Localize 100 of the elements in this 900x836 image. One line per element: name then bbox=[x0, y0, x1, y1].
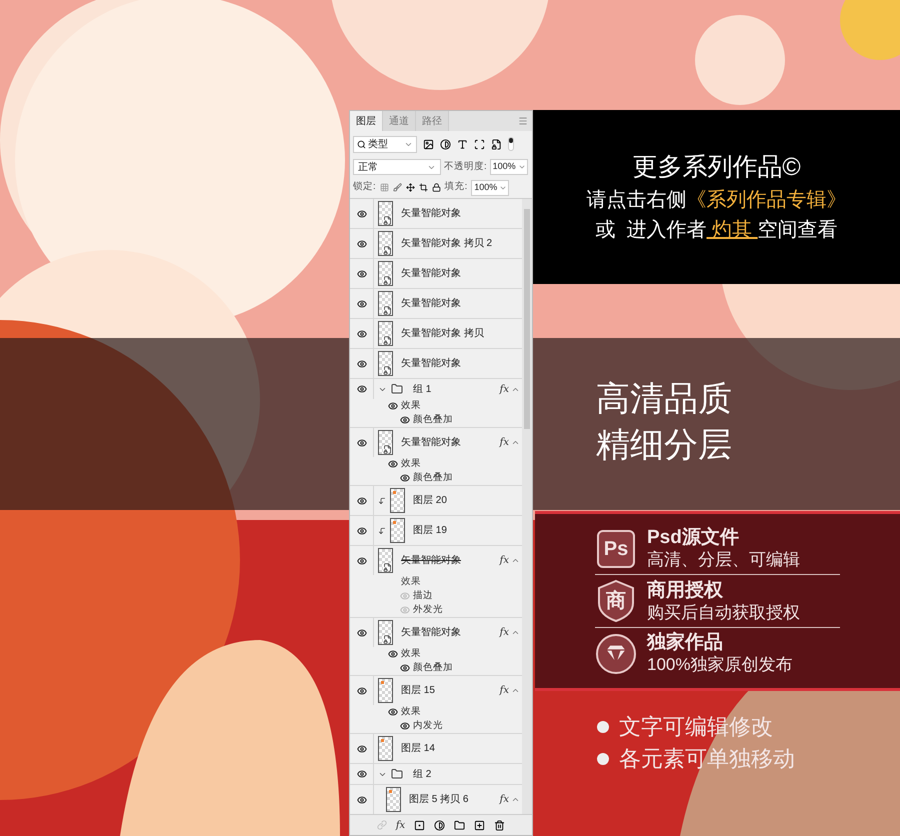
fx-button[interactable]: fx bbox=[396, 818, 406, 832]
visibility-icon[interactable] bbox=[356, 358, 366, 368]
visibility-icon[interactable] bbox=[356, 496, 366, 506]
lantern-drawing bbox=[840, 0, 900, 60]
visibility-icon[interactable] bbox=[400, 663, 410, 673]
blend-mode-dropdown[interactable]: 正常 bbox=[353, 159, 441, 175]
smart-object-icon bbox=[383, 635, 392, 644]
fx-badge[interactable]: fx bbox=[500, 435, 509, 450]
visibility-icon[interactable] bbox=[356, 384, 366, 394]
visibility-icon[interactable] bbox=[388, 401, 398, 411]
image-filter-icon[interactable] bbox=[423, 138, 434, 150]
collapse-icon[interactable] bbox=[511, 686, 520, 695]
panel-menu-icon[interactable] bbox=[518, 116, 528, 126]
opacity-label: 不透明度: bbox=[444, 160, 487, 174]
shield-badge: 商 bbox=[597, 579, 635, 623]
collapse-icon[interactable] bbox=[511, 438, 520, 447]
pixel-mark bbox=[393, 521, 396, 524]
trash-icon[interactable] bbox=[494, 820, 506, 830]
effects-label: 效果 bbox=[401, 574, 421, 589]
scrollbar[interactable] bbox=[522, 199, 532, 814]
effects-label: 效果 bbox=[401, 704, 421, 719]
smart-object-icon bbox=[383, 366, 392, 375]
fx-badge[interactable]: fx bbox=[500, 792, 509, 807]
visibility-icon[interactable] bbox=[356, 794, 366, 804]
pixel-mark bbox=[381, 739, 384, 742]
layer-name: 矢量智能对象 bbox=[401, 436, 461, 450]
feature-title: Psd源文件 bbox=[647, 527, 740, 549]
lock-icon[interactable] bbox=[432, 183, 441, 192]
layer-name: 图层 20 bbox=[413, 494, 447, 508]
adjustment-icon[interactable] bbox=[434, 820, 446, 830]
visibility-icon[interactable] bbox=[400, 473, 410, 483]
visibility-icon[interactable] bbox=[356, 208, 366, 218]
filter-dropdown[interactable]: 类型 bbox=[353, 136, 417, 152]
visibility-icon[interactable] bbox=[356, 268, 366, 278]
promo-text: 请点击右侧《系列作品专辑》 bbox=[586, 188, 846, 213]
folder-icon bbox=[391, 768, 403, 780]
visibility-icon[interactable] bbox=[400, 415, 410, 425]
fx-badge[interactable]: fx bbox=[500, 553, 509, 568]
layer-name: 矢量智能对象 bbox=[401, 356, 461, 371]
panel-tab[interactable]: 图层 bbox=[350, 111, 383, 131]
fx-badge[interactable]: fx bbox=[500, 382, 509, 396]
adjustment-filter-icon[interactable] bbox=[440, 138, 451, 150]
mask-icon[interactable] bbox=[414, 820, 426, 830]
new-layer-icon[interactable] bbox=[474, 820, 486, 830]
effects-label: 效果 bbox=[401, 398, 421, 413]
layer-name: 图层 19 bbox=[413, 524, 447, 538]
visibility-icon[interactable] bbox=[400, 721, 410, 731]
fx-badge[interactable]: fx bbox=[500, 683, 509, 698]
promo-title: 更多系列作品© bbox=[632, 152, 801, 183]
visibility-icon[interactable] bbox=[356, 744, 366, 754]
layer-name: 矢量智能对象 拷贝 bbox=[401, 326, 484, 341]
visibility-icon[interactable] bbox=[356, 526, 366, 536]
layer-name: 矢量智能对象 bbox=[401, 296, 461, 311]
visibility-icon[interactable] bbox=[356, 628, 366, 638]
effect-name: 颜色叠加 bbox=[413, 660, 453, 675]
smart-filter-icon[interactable] bbox=[491, 138, 502, 150]
visibility-icon[interactable] bbox=[388, 649, 398, 659]
visibility-icon[interactable] bbox=[356, 438, 366, 448]
caret-icon bbox=[518, 163, 526, 171]
effect-name: 内发光 bbox=[413, 718, 443, 733]
filter-toggle[interactable] bbox=[508, 137, 514, 151]
visibility-icon[interactable] bbox=[356, 556, 366, 566]
headline: 精细分层 bbox=[596, 425, 732, 466]
fill-field[interactable]: 100% bbox=[471, 180, 510, 196]
pixel-mark bbox=[389, 790, 392, 793]
effect-name: 颜色叠加 bbox=[413, 470, 453, 485]
pixel-mark bbox=[393, 491, 396, 494]
visibility-icon[interactable] bbox=[356, 298, 366, 308]
smart-object-icon bbox=[383, 216, 392, 225]
crop-icon[interactable] bbox=[418, 183, 428, 192]
type-filter-icon[interactable] bbox=[457, 138, 468, 150]
opacity-field[interactable]: 100% bbox=[490, 159, 528, 175]
collapse-icon[interactable] bbox=[511, 556, 520, 565]
folder-icon[interactable] bbox=[454, 820, 466, 830]
effects-label: 效果 bbox=[401, 456, 421, 471]
visibility-icon[interactable] bbox=[356, 328, 366, 338]
smart-object-icon bbox=[383, 276, 392, 285]
brush-icon[interactable] bbox=[392, 183, 402, 192]
feature-subtitle: 100%独家原创发布 bbox=[647, 654, 792, 675]
shape-filter-icon[interactable] bbox=[474, 138, 485, 150]
layer-name: 矢量智能对象 bbox=[401, 554, 461, 568]
layer-name: 组 2 bbox=[413, 768, 432, 782]
author-link[interactable]: 灼其 bbox=[706, 216, 758, 244]
layer-name: 矢量智能对象 bbox=[401, 266, 461, 281]
layer-name: 矢量智能对象 拷贝 2 bbox=[401, 236, 492, 251]
pixel-mark bbox=[381, 681, 384, 684]
feature-title: 独家作品 bbox=[647, 632, 724, 654]
layer-name: 矢量智能对象 bbox=[401, 626, 461, 640]
visibility-icon[interactable] bbox=[356, 769, 366, 779]
fx-badge[interactable]: fx bbox=[500, 625, 509, 640]
visibility-icon[interactable] bbox=[388, 707, 398, 717]
smart-object-icon bbox=[383, 563, 392, 572]
visibility-icon[interactable] bbox=[388, 459, 398, 469]
visibility-icon[interactable] bbox=[356, 686, 366, 696]
collapse-icon[interactable] bbox=[511, 628, 520, 637]
feature-subtitle: 购买后自动获取授权 bbox=[647, 602, 800, 622]
visibility-icon[interactable] bbox=[356, 238, 366, 248]
search-icon bbox=[357, 140, 366, 148]
move-icon[interactable] bbox=[406, 183, 415, 192]
collapse-icon[interactable] bbox=[511, 795, 520, 804]
